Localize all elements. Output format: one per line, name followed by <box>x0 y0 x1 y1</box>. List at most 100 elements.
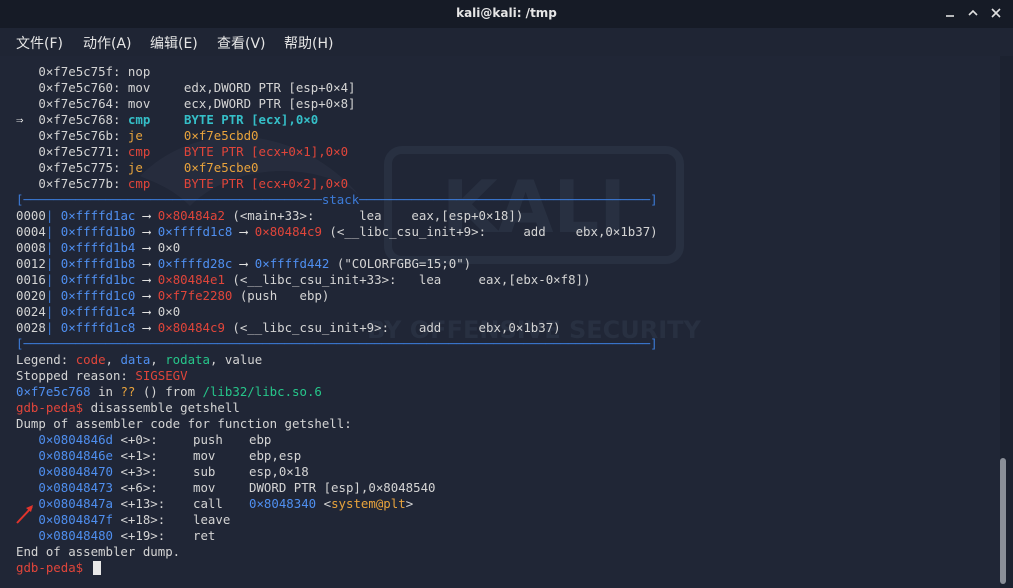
code-mnemonic: mov <box>127 96 151 111</box>
legend-data: data <box>120 352 151 367</box>
stopped-signal: SIGSEGV <box>135 368 188 383</box>
stack-pointer: 0×ffffd1b8 <box>60 256 136 271</box>
menu-help[interactable]: 帮助(H) <box>284 33 333 53</box>
stack-value: 0×ffffd28c <box>157 256 233 271</box>
prompt-line: gdb-peda$ <box>16 560 658 576</box>
stack-offset: 0008 <box>16 240 46 255</box>
stack-value: 0×ffffd1c8 <box>157 224 233 239</box>
stack-divider: ──────────────────────────────────────── <box>23 192 322 207</box>
disasm-offset: <+18>: <box>113 512 166 527</box>
menu-file[interactable]: 文件(F) <box>16 33 63 53</box>
stack-arrow-icon: ⟶ <box>142 224 151 239</box>
code-operands: ecx,DWORD PTR [esp+0×8] <box>183 96 356 111</box>
minimize-icon[interactable] <box>943 6 957 20</box>
maximize-icon[interactable] <box>966 6 980 20</box>
disasm-offset: <+6>: <box>113 480 158 495</box>
stack-offset: 0000 <box>16 208 46 223</box>
code-mnemonic: nop <box>127 64 151 79</box>
stack-title: stack <box>321 192 360 207</box>
code-address: 0×f7e5c775: <box>38 160 121 175</box>
disasm-row: 0×08048470 <+3>: sub esp,0×18 <box>16 464 658 480</box>
disasm-row: 0×0804846d <+0>: push ebp <box>16 432 658 448</box>
dump-header-line: Dump of assembler code for function gets… <box>16 416 658 432</box>
disasm-row: 0×08048473 <+6>: mov DWORD PTR [esp],0×804… <box>16 480 658 496</box>
stack-arrow-icon: ⟶ <box>142 208 151 223</box>
stack-annotation: (<main+33>: lea eax,[esp+0×18]) <box>224 208 524 223</box>
code-address: 0×f7e5c764: <box>38 96 121 111</box>
terminal-area[interactable]: KALI BY OFFENSIVE SECURITY 0×f7e5c75f: n… <box>0 56 1000 588</box>
stack-divider-bar: | <box>45 288 61 303</box>
close-icon[interactable] <box>989 6 1003 20</box>
code-address: 0×f7e5c77b: <box>38 176 121 191</box>
prompt-line: gdb-peda$ disassemble getshell <box>16 400 658 416</box>
red-arrow-annotation-icon <box>16 505 33 524</box>
disasm-offset: <+1>: <box>113 448 158 463</box>
code-operands: 0×f7e5cbe0 <box>183 160 259 175</box>
stack-annotation: (<__libc_csu_init+9>: add ebx,0×1b37) <box>321 224 658 239</box>
terminal-cursor[interactable] <box>92 561 101 575</box>
disasm-operands: DWORD PTR [esp],0×8048540 <box>249 480 436 495</box>
scrollbar-thumb[interactable] <box>1000 458 1006 584</box>
location-address: 0×f7e5c768 <box>16 384 91 399</box>
stack-value: 0×80484c9 <box>157 320 225 335</box>
stack-bracket-right: ] <box>650 192 658 207</box>
stack-divider-bar: | <box>45 224 61 239</box>
menu-edit[interactable]: 编辑(E) <box>150 33 198 53</box>
stack-divider-bar: | <box>45 240 61 255</box>
stack-offset: 0016 <box>16 272 46 287</box>
stack-row: 0020| 0×ffffd1c0 ⟶ 0×f7fe2280 (push ebp) <box>16 288 658 304</box>
disasm-offset: <+19>: <box>113 528 166 543</box>
window-titlebar: kali@kali: /tmp <box>0 0 1013 28</box>
code-address: 0×f7e5c760: <box>38 80 121 95</box>
disasm-offset: <+0>: <box>113 432 158 447</box>
code-line: 0×f7e5c775: je 0×f7e5cbe0 <box>16 160 658 176</box>
dump-header: Dump of assembler code for function gets… <box>16 416 352 431</box>
stack-pointer: 0×ffffd1c4 <box>60 304 136 319</box>
stack-footer: [───────────────────────────────────────… <box>16 336 658 352</box>
code-operands: BYTE PTR [ecx],0×0 <box>183 112 319 127</box>
stack-arrow-icon: ⟶ <box>142 272 151 287</box>
stack-arrow-icon: ⟶ <box>142 304 151 319</box>
location-from: () from <box>135 384 203 399</box>
legend-sep: , <box>150 352 166 367</box>
disasm-mnemonic: mov <box>193 448 216 463</box>
legend-code: code <box>75 352 106 367</box>
menu-action[interactable]: 动作(A) <box>83 33 132 53</box>
stopped-label: Stopped reason: <box>16 368 136 383</box>
code-address: 0×f7e5c76b: <box>38 128 121 143</box>
code-mnemonic: cmp <box>127 144 151 159</box>
disasm-offset: <+3>: <box>113 464 158 479</box>
disasm-address: 0×0804847f <box>38 512 113 527</box>
code-operands: BYTE PTR [ecx+0×2],0×0 <box>183 176 349 191</box>
code-line: 0×f7e5c77b: cmp BYTE PTR [ecx+0×2],0×0 <box>16 176 658 192</box>
disasm-operands: ebp <box>249 432 272 447</box>
menu-view[interactable]: 查看(V) <box>217 33 266 53</box>
disasm-mnemonic: sub <box>193 464 216 479</box>
stack-value: 0×0 <box>157 240 181 255</box>
stack-pointer: 0×ffffd1c0 <box>60 288 136 303</box>
stack-pointer: 0×ffffd1bc <box>60 272 136 287</box>
call-symbol: <system@plt> <box>323 496 414 511</box>
disasm-address: 0×08048480 <box>38 528 113 543</box>
terminal-output: 0×f7e5c75f: nop 0×f7e5c760: mov edx,DWORD… <box>16 64 658 576</box>
stack-offset: 0020 <box>16 288 46 303</box>
stack-divider: ─────────────────────────────────────── <box>359 192 651 207</box>
stack-annotation: (<__libc_csu_init+33>: lea eax,[ebx-0×f8… <box>224 272 591 287</box>
disasm-mnemonic: ret <box>193 528 216 543</box>
stack-divider-bar: | <box>45 208 61 223</box>
stack-row: 0024| 0×ffffd1c4 ⟶ 0×0 <box>16 304 658 320</box>
stack-annotation: (push ebp) <box>232 288 330 303</box>
code-line: 0×f7e5c764: mov ecx,DWORD PTR [esp+0×8] <box>16 96 658 112</box>
location-library: /lib32/libc.so.6 <box>202 384 322 399</box>
legend-sep: , <box>209 352 225 367</box>
stack-pointer: 0×ffffd1b0 <box>60 224 136 239</box>
code-address: 0×f7e5c771: <box>38 144 121 159</box>
stack-header: [───────────────────────────────────────… <box>16 192 658 208</box>
stack-pointer: 0×ffffd1b4 <box>60 240 136 255</box>
disasm-row: 0×08048480 <+19>: ret <box>16 528 658 544</box>
disasm-address: 0×08048470 <box>38 464 113 479</box>
code-mnemonic: je <box>127 128 143 143</box>
call-target: 0×8048340 <box>249 496 317 511</box>
stack-divider: ────────────────────────────────────────… <box>23 336 651 351</box>
stack-offset: 0024 <box>16 304 46 319</box>
